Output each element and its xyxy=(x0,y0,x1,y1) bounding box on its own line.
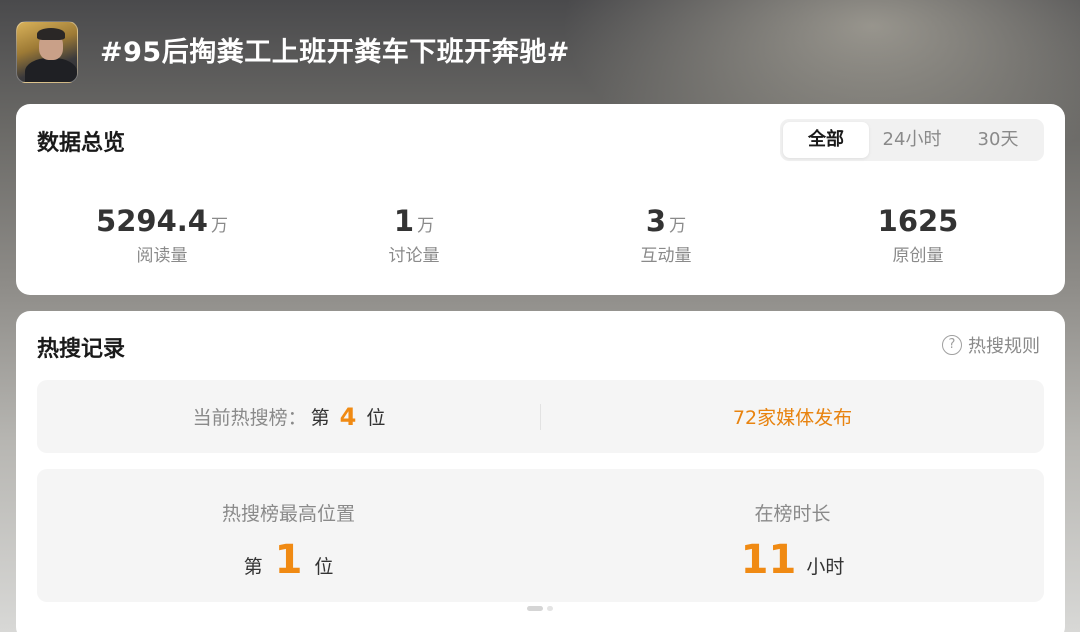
originals-value: 1625 xyxy=(877,204,959,238)
stat-discussions: 1万 讨论量 xyxy=(284,204,544,266)
discussions-unit: 万 xyxy=(417,216,435,236)
highest-rank-suffix: 位 xyxy=(314,556,334,578)
highest-rank: 热搜榜最高位置 第 1 位 xyxy=(37,469,540,602)
reads-value: 5294.4 xyxy=(96,204,208,238)
duration-unit: 小时 xyxy=(806,556,845,578)
reads-unit: 万 xyxy=(210,216,228,236)
interactions-unit: 万 xyxy=(669,216,687,236)
discussions-label: 讨论量 xyxy=(388,246,440,266)
tab-all[interactable]: 全部 xyxy=(783,122,869,158)
question-icon: ? xyxy=(942,335,962,355)
page-dot xyxy=(547,606,553,611)
current-rank-prefix: 第 xyxy=(310,407,330,429)
data-overview-card: 数据总览 全部 24小时 30天 5294.4 万 阅读量 1万 讨论量 3万 互… xyxy=(16,104,1065,295)
topic-title: #95后掏粪工上班开粪车下班开奔驰# xyxy=(100,37,570,68)
hot-search-rules-link[interactable]: ? 热搜规则 xyxy=(942,333,1040,357)
rank-stats-box: 热搜榜最高位置 第 1 位 在榜时长 11 小时 xyxy=(37,469,1044,602)
interactions-value: 3 xyxy=(645,204,667,238)
hot-search-title: 热搜记录 xyxy=(37,337,126,362)
current-rank: 当前热搜榜： 第 4 位 xyxy=(37,380,541,453)
originals-label: 原创量 xyxy=(892,246,944,266)
stat-interactions: 3万 互动量 xyxy=(536,204,796,266)
stat-reads: 5294.4 万 阅读量 xyxy=(32,204,292,266)
current-rank-box: 当前热搜榜： 第 4 位 72家媒体发布 xyxy=(37,380,1044,453)
highest-rank-label: 热搜榜最高位置 xyxy=(221,503,355,525)
avatar[interactable] xyxy=(16,21,78,83)
interactions-label: 互动量 xyxy=(640,246,692,266)
overview-title: 数据总览 xyxy=(37,131,126,156)
time-range-tabs: 全部 24小时 30天 xyxy=(780,119,1044,161)
topic-header: #95后掏粪工上班开粪车下班开奔驰# xyxy=(0,0,1080,104)
reads-label: 阅读量 xyxy=(136,246,188,266)
hot-search-card: 热搜记录 ? 热搜规则 当前热搜榜： 第 4 位 72家媒体发布 热搜榜最高位置… xyxy=(16,311,1065,632)
media-publish-link[interactable]: 72家媒体发布 xyxy=(541,380,1044,453)
rules-label: 热搜规则 xyxy=(968,336,1040,357)
highest-rank-number: 1 xyxy=(274,537,303,583)
current-rank-suffix: 位 xyxy=(366,407,386,429)
tab-30d[interactable]: 30天 xyxy=(955,122,1041,158)
current-rank-number: 4 xyxy=(339,402,357,431)
highest-rank-prefix: 第 xyxy=(243,556,263,578)
stat-originals: 1625 原创量 xyxy=(788,204,1048,266)
page-indicator xyxy=(527,606,553,611)
current-rank-label: 当前热搜榜： xyxy=(192,407,307,429)
discussions-value: 1 xyxy=(393,204,415,238)
avatar-hair-shape xyxy=(37,28,65,40)
page-dot-active xyxy=(527,606,543,611)
avatar-body-shape xyxy=(25,58,77,82)
on-list-duration: 在榜时长 11 小时 xyxy=(541,469,1044,602)
duration-label: 在榜时长 xyxy=(754,503,831,525)
duration-value: 11 xyxy=(740,537,797,583)
tab-24h[interactable]: 24小时 xyxy=(869,122,955,158)
